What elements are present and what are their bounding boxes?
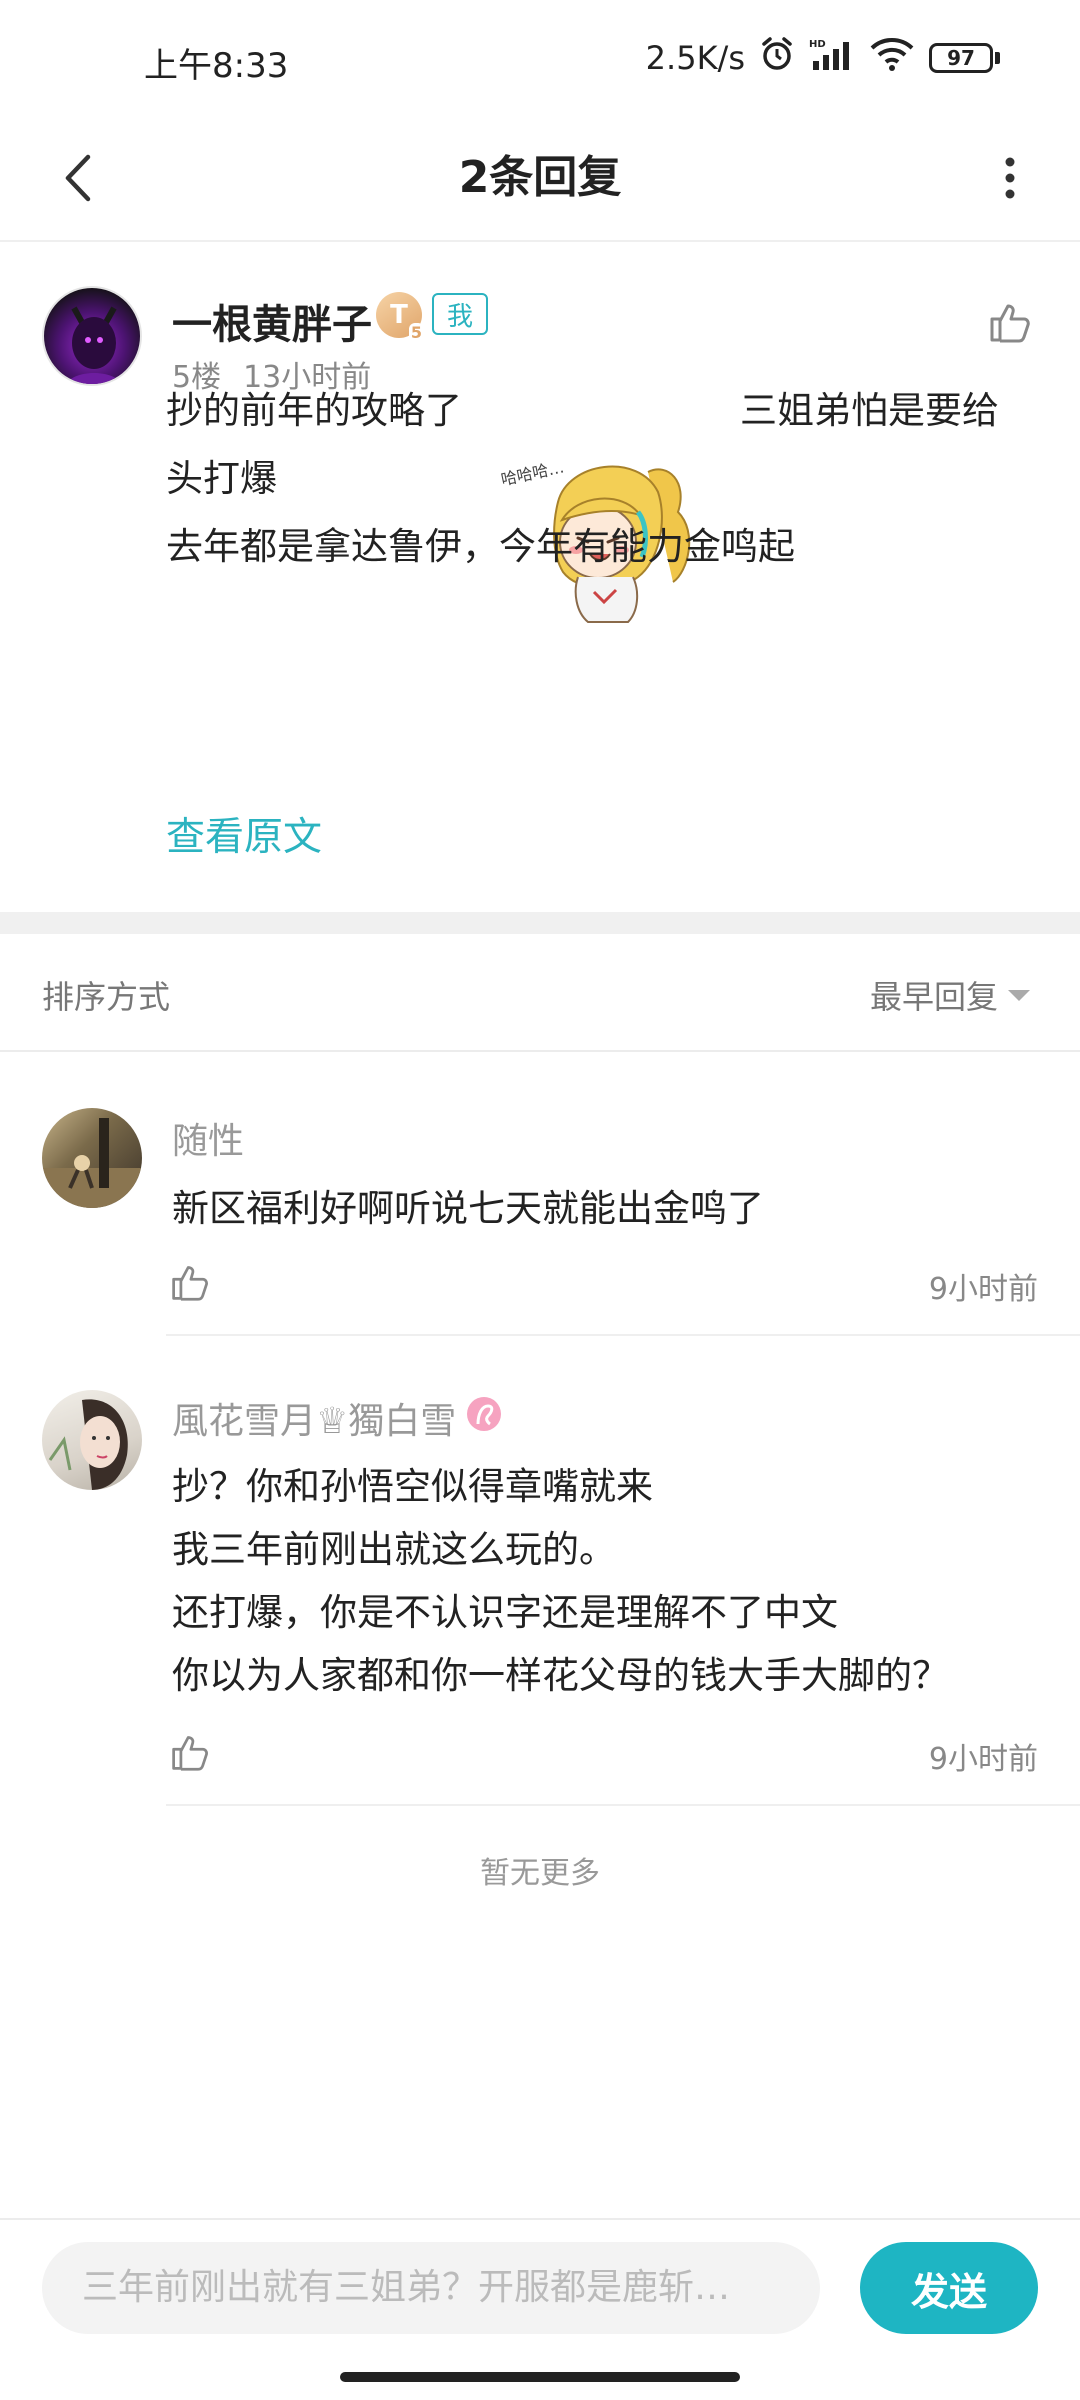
wifi-icon	[869, 37, 915, 79]
reply-like-button[interactable]	[162, 1254, 218, 1310]
reply-text: 你以为人家都和你一样花父母的钱大手大脚的？	[172, 1654, 949, 1697]
reply-time: 9小时前	[928, 1742, 1038, 1777]
reply-author[interactable]: 風花雪月♕獨白雪	[172, 1392, 504, 1444]
thumbs-up-icon	[172, 1266, 208, 1301]
reply-text: 抄？你和孙悟空似得章嘴就来	[172, 1465, 653, 1508]
avatar[interactable]	[42, 1390, 142, 1490]
sort-value: 最早回复	[869, 978, 998, 1016]
main-post: 一根黄胖子 T5 我 5楼 13小时前 抄的前年的攻略了 哈哈哈… 三姐弟怕是要给…	[0, 244, 1080, 912]
more-vertical-icon	[1005, 157, 1015, 199]
reply-item: 随性 新区福利好啊听说七天就能出金鸣了 9小时前	[0, 1052, 1080, 1336]
reply-text: 还打爆，你是不认识字还是理解不了中文	[172, 1591, 838, 1634]
reply-time: 9小时前	[928, 1272, 1038, 1307]
thumbs-up-icon	[990, 304, 1030, 343]
sort-bar: 排序方式 最早回复	[0, 934, 1080, 1052]
alarm-icon	[759, 36, 795, 80]
reply-composer: 三年前刚出就有三姐弟？开服都是鹿斩… 发送	[0, 2218, 1080, 2354]
svg-text:HD: HD	[809, 39, 826, 50]
send-button[interactable]: 发送	[860, 2242, 1038, 2334]
thumbs-up-icon	[172, 1736, 208, 1771]
home-indicator[interactable]	[340, 2372, 740, 2382]
reply-input[interactable]: 三年前刚出就有三姐弟？开服都是鹿斩…	[42, 2242, 820, 2334]
reply-text: 我三年前刚出就这么玩的。	[172, 1528, 616, 1571]
battery-icon: 97	[929, 43, 1000, 73]
no-more-text: 暂无更多	[480, 1856, 600, 1891]
status-icons: 2.5K/s HD 97	[646, 36, 1000, 80]
post-text-line: 三姐弟怕是要给	[740, 389, 999, 432]
post-text-line: 抄的前年的攻略了	[166, 389, 462, 432]
more-options-button[interactable]	[970, 138, 1050, 218]
network-speed: 2.5K/s	[645, 39, 745, 77]
section-divider	[0, 912, 1080, 934]
status-bar: 上午8:33 2.5K/s HD 97	[0, 0, 1080, 120]
post-text-line: 去年都是拿达鲁伊，今年有能力金鸣起	[166, 525, 795, 568]
top-bar: 2条回复	[0, 120, 1080, 242]
author-name[interactable]: 一根黄胖子	[172, 292, 372, 350]
caret-down-icon	[1008, 989, 1030, 1001]
status-time: 上午8:33	[144, 46, 289, 86]
like-button[interactable]	[974, 286, 1046, 358]
battery-level: 97	[929, 43, 993, 73]
hd-signal-icon: HD	[809, 37, 855, 79]
reply-like-button[interactable]	[162, 1724, 218, 1780]
reply-item: 風花雪月♕獨白雪 抄？你和孙悟空似得章嘴就来 我三年前刚出就这么玩的。 还打爆，…	[0, 1336, 1080, 1806]
me-badge: 我	[432, 293, 488, 335]
sort-dropdown[interactable]: 最早回复	[870, 972, 1030, 1018]
reply-text: 新区福利好啊听说七天就能出金鸣了	[172, 1187, 764, 1230]
post-text-line: 头打爆	[166, 457, 277, 500]
svg-text:哈哈哈…: 哈哈哈…	[499, 457, 566, 489]
divider	[166, 1804, 1080, 1806]
page-title: 2条回复	[458, 152, 622, 203]
avatar[interactable]	[42, 286, 142, 386]
level-badge: T5	[376, 292, 424, 342]
reply-author[interactable]: 随性	[172, 1112, 244, 1164]
view-original-link[interactable]: 查看原文	[166, 806, 322, 862]
avatar[interactable]	[42, 1108, 142, 1208]
sort-label: 排序方式	[42, 978, 171, 1016]
gender-badge-icon	[464, 1394, 504, 1443]
